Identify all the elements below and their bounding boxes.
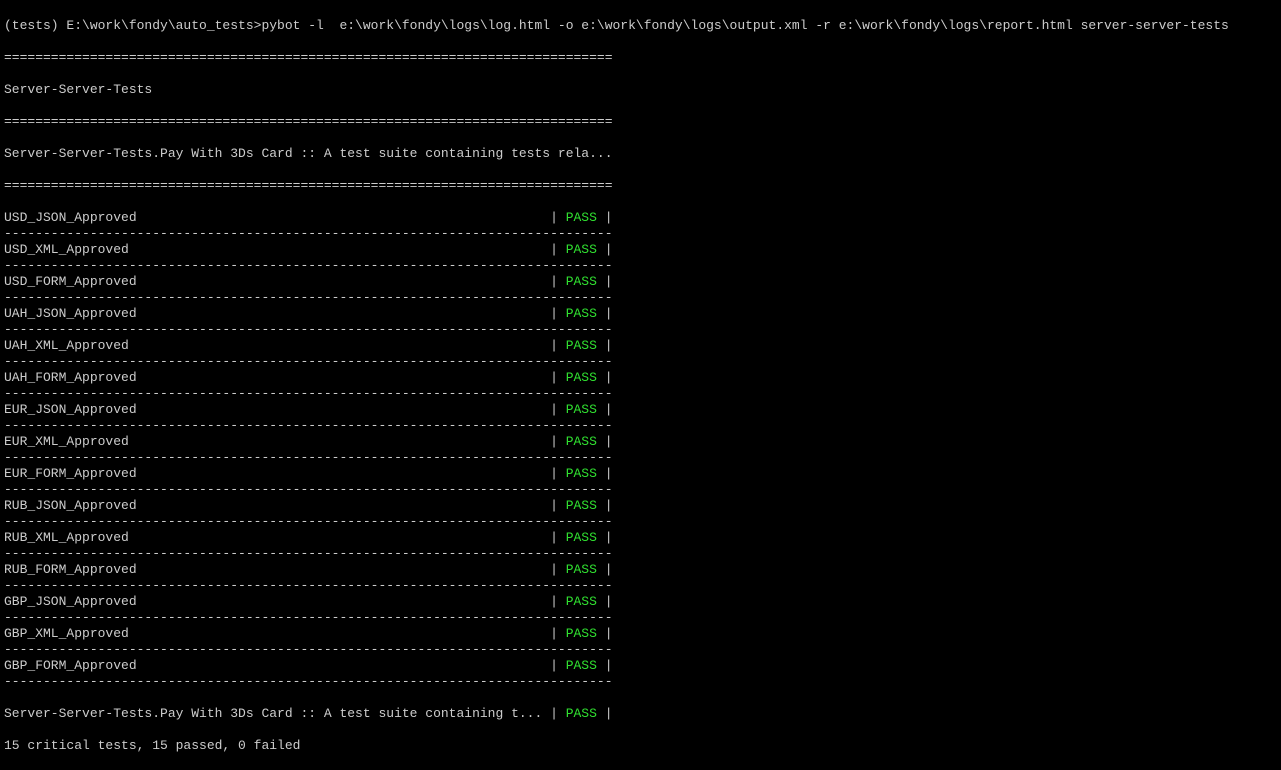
separator-single: ----------------------------------------…	[4, 546, 1277, 562]
pass-label: PASS	[566, 626, 597, 641]
pass-label: PASS	[566, 242, 597, 257]
suite-summary-result: Server-Server-Tests.Pay With 3Ds Card ::…	[4, 706, 1277, 722]
separator-single: ----------------------------------------…	[4, 290, 1277, 306]
separator-double: ========================================…	[4, 50, 1277, 66]
test-result-row: GBP_XML_Approved | PASS |	[4, 626, 1277, 642]
separator-single: ----------------------------------------…	[4, 674, 1277, 690]
command-prompt: (tests) E:\work\fondy\auto_tests>pybot -…	[4, 18, 1277, 34]
test-result-row: RUB_XML_Approved | PASS |	[4, 530, 1277, 546]
test-result-row: EUR_JSON_Approved | PASS |	[4, 402, 1277, 418]
test-result-row: UAH_XML_Approved | PASS |	[4, 338, 1277, 354]
test-result-row: USD_XML_Approved | PASS |	[4, 242, 1277, 258]
test-result-row: EUR_FORM_Approved | PASS |	[4, 466, 1277, 482]
separator-single: ----------------------------------------…	[4, 482, 1277, 498]
separator-single: ----------------------------------------…	[4, 578, 1277, 594]
test-result-row: RUB_FORM_Approved | PASS |	[4, 562, 1277, 578]
test-result-row: USD_FORM_Approved | PASS |	[4, 274, 1277, 290]
test-result-row: GBP_FORM_Approved | PASS |	[4, 658, 1277, 674]
test-result-row: RUB_JSON_Approved | PASS |	[4, 498, 1277, 514]
suite-title: Server-Server-Tests	[4, 82, 1277, 98]
separator-single: ----------------------------------------…	[4, 258, 1277, 274]
separator-single: ----------------------------------------…	[4, 514, 1277, 530]
pass-label: PASS	[566, 706, 597, 721]
pass-label: PASS	[566, 594, 597, 609]
pass-label: PASS	[566, 402, 597, 417]
separator-single: ----------------------------------------…	[4, 226, 1277, 242]
pass-label: PASS	[566, 658, 597, 673]
separator-single: ----------------------------------------…	[4, 354, 1277, 370]
test-result-row: GBP_JSON_Approved | PASS |	[4, 594, 1277, 610]
test-result-row: UAH_JSON_Approved | PASS |	[4, 306, 1277, 322]
pass-label: PASS	[566, 498, 597, 513]
pass-label: PASS	[566, 274, 597, 289]
pass-label: PASS	[566, 370, 597, 385]
test-result-row: UAH_FORM_Approved | PASS |	[4, 370, 1277, 386]
pass-label: PASS	[566, 466, 597, 481]
separator-single: ----------------------------------------…	[4, 322, 1277, 338]
separator-single: ----------------------------------------…	[4, 642, 1277, 658]
separator-single: ----------------------------------------…	[4, 450, 1277, 466]
terminal-output[interactable]: (tests) E:\work\fondy\auto_tests>pybot -…	[0, 0, 1281, 770]
pass-label: PASS	[566, 434, 597, 449]
test-results-list: USD_JSON_Approved | PASS |--------------…	[4, 210, 1277, 690]
separator-single: ----------------------------------------…	[4, 418, 1277, 434]
pass-label: PASS	[566, 530, 597, 545]
pass-label: PASS	[566, 306, 597, 321]
suite-subtitle: Server-Server-Tests.Pay With 3Ds Card ::…	[4, 146, 1277, 162]
separator-double: ========================================…	[4, 114, 1277, 130]
pass-label: PASS	[566, 210, 597, 225]
test-result-row: EUR_XML_Approved | PASS |	[4, 434, 1277, 450]
separator-single: ----------------------------------------…	[4, 610, 1277, 626]
test-result-row: USD_JSON_Approved | PASS |	[4, 210, 1277, 226]
pass-label: PASS	[566, 562, 597, 577]
stats-critical: 15 critical tests, 15 passed, 0 failed	[4, 738, 1277, 754]
separator-double: ========================================…	[4, 178, 1277, 194]
separator-single: ----------------------------------------…	[4, 386, 1277, 402]
pass-label: PASS	[566, 338, 597, 353]
